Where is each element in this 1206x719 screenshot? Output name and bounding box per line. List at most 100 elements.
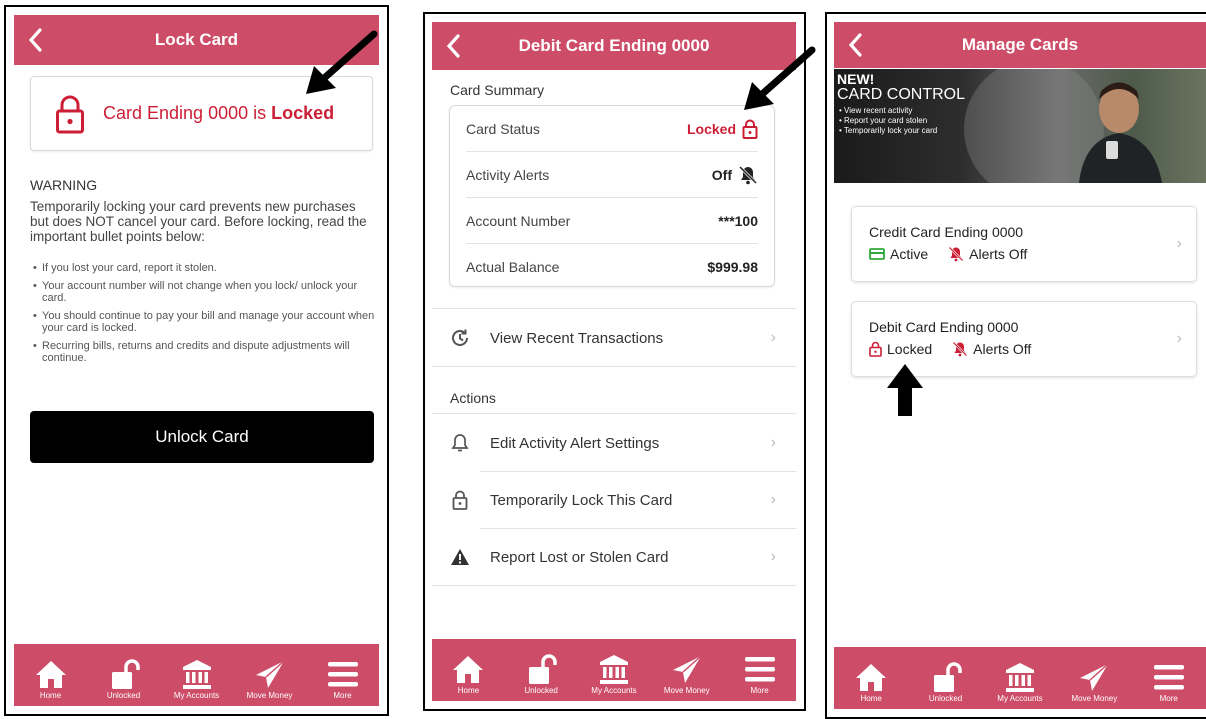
menu-label: Report Lost or Stolen Card bbox=[490, 548, 669, 566]
bell-icon bbox=[451, 434, 469, 452]
card-name: Credit Card Ending 0000 bbox=[869, 224, 1024, 240]
warning-body: Temporarily locking your card prevents n… bbox=[30, 199, 367, 244]
tab-more[interactable]: More bbox=[1134, 661, 1204, 703]
tab-move-money[interactable]: Move Money bbox=[652, 653, 722, 695]
padlock-icon bbox=[452, 490, 468, 510]
tab-label: Unlocked bbox=[524, 686, 558, 695]
bank-icon bbox=[182, 660, 211, 689]
promo-title: CARD CONTROL bbox=[837, 86, 966, 103]
tab-home[interactable]: Home bbox=[836, 661, 906, 703]
tab-unlocked[interactable]: Unlocked bbox=[506, 653, 576, 695]
tab-label: Home bbox=[457, 686, 480, 695]
annotation-arrow-icon bbox=[306, 30, 378, 94]
card-status-value: Locked bbox=[686, 120, 736, 137]
tab-label: Move Money bbox=[246, 691, 293, 700]
padlock-locked-icon bbox=[869, 341, 882, 357]
back-arrow-icon[interactable] bbox=[846, 32, 866, 58]
menu-icon bbox=[744, 657, 775, 682]
paper-plane-icon bbox=[1080, 663, 1109, 691]
tab-more[interactable]: More bbox=[725, 653, 795, 695]
bell-off-icon bbox=[952, 341, 968, 357]
chevron-right-icon: › bbox=[770, 434, 776, 451]
unlocked-padlock-icon bbox=[111, 659, 140, 689]
history-clock-icon bbox=[452, 329, 468, 346]
bell-off-icon bbox=[738, 165, 758, 184]
tab-home[interactable]: Home bbox=[433, 653, 503, 695]
page-title: Manage Cards bbox=[961, 35, 1079, 54]
card-alerts-status: Alerts Off bbox=[973, 341, 1032, 357]
tab-unlocked[interactable]: Unlocked bbox=[911, 661, 981, 703]
credit-card-icon bbox=[869, 248, 885, 260]
view-recent-transactions-row[interactable]: View Recent Transactions › bbox=[432, 310, 796, 366]
warning-bullet-list: If you lost your card, report it stolen.… bbox=[30, 262, 375, 370]
activity-alerts-row: Activity Alerts Off bbox=[466, 152, 758, 198]
status-prefix: Card Ending 0000 is bbox=[103, 103, 272, 123]
card-status-row: Card Status Locked bbox=[466, 106, 758, 152]
promo-bullet: • Temporarily lock your card bbox=[839, 126, 938, 135]
card-summary-panel: Card Status Locked Activity Alerts Off A… bbox=[449, 105, 775, 287]
temporarily-lock-card-row[interactable]: Temporarily Lock This Card › bbox=[432, 472, 796, 528]
tab-home[interactable]: Home bbox=[16, 658, 86, 700]
bullet-item: You should continue to pay your bill and… bbox=[30, 310, 375, 334]
row-label: Actual Balance bbox=[466, 259, 560, 275]
account-number-value: ***100 bbox=[718, 212, 758, 229]
back-arrow-icon[interactable] bbox=[444, 33, 464, 59]
tab-label: Unlocked bbox=[928, 694, 963, 703]
edit-activity-alert-settings-row[interactable]: Edit Activity Alert Settings › bbox=[432, 415, 796, 471]
chevron-right-icon: › bbox=[770, 491, 776, 508]
actions-heading: Actions bbox=[450, 390, 496, 406]
card-control-promo-banner[interactable]: NEW! CARD CONTROL • View recent activity… bbox=[834, 69, 1206, 183]
card-status-active: Active bbox=[890, 246, 929, 262]
tab-label: My Accounts bbox=[173, 691, 220, 700]
annotation-arrow-icon bbox=[744, 46, 816, 110]
tab-label: More bbox=[750, 686, 769, 695]
paper-plane-icon bbox=[255, 660, 284, 688]
row-label: Card Status bbox=[466, 120, 540, 137]
tab-label: My Accounts bbox=[591, 686, 637, 695]
row-label: Account Number bbox=[466, 212, 571, 229]
page-title: Debit Card Ending 0000 bbox=[518, 36, 710, 55]
card-meta: Locked Alerts Off bbox=[869, 341, 1051, 357]
status-locked-word: Locked bbox=[271, 103, 335, 123]
unlock-card-button[interactable]: Unlock Card bbox=[30, 411, 374, 463]
annotation-arrow-icon bbox=[887, 364, 923, 416]
lock-card-screen: Lock Card Card Ending 0000 is Locked WAR… bbox=[4, 5, 389, 716]
page-title: Lock Card bbox=[154, 30, 239, 49]
tab-label: My Accounts bbox=[997, 694, 1043, 703]
tab-label: Move Money bbox=[663, 686, 710, 695]
tab-my-accounts[interactable]: My Accounts bbox=[162, 658, 232, 700]
tab-move-money[interactable]: Move Money bbox=[1059, 661, 1129, 703]
tab-label: Unlocked bbox=[106, 691, 141, 700]
row-value: Off bbox=[712, 165, 758, 185]
home-icon bbox=[453, 656, 484, 683]
chevron-right-icon: › bbox=[1176, 235, 1182, 252]
tab-label: More bbox=[333, 691, 352, 700]
tab-my-accounts[interactable]: My Accounts bbox=[985, 661, 1055, 703]
divider bbox=[432, 308, 796, 309]
card-name: Debit Card Ending 0000 bbox=[869, 319, 1019, 335]
home-icon bbox=[35, 661, 66, 688]
row-value: Locked bbox=[687, 119, 758, 139]
tab-move-money[interactable]: Move Money bbox=[235, 658, 305, 700]
credit-card-item[interactable]: Credit Card Ending 0000 Active Alerts Of… bbox=[851, 206, 1197, 282]
menu-icon bbox=[1153, 665, 1184, 690]
row-label: Activity Alerts bbox=[466, 166, 550, 183]
tab-unlocked[interactable]: Unlocked bbox=[89, 658, 159, 700]
actual-balance-value: $999.98 bbox=[707, 259, 758, 275]
unlocked-padlock-icon bbox=[529, 654, 557, 684]
manage-cards-screen: Manage Cards NEW! CARD CONTROL • View re… bbox=[825, 12, 1206, 719]
back-arrow-icon[interactable] bbox=[26, 27, 46, 53]
actual-balance-row: Actual Balance $999.98 bbox=[466, 244, 758, 290]
card-meta: Active Alerts Off bbox=[869, 246, 1047, 262]
tab-label: More bbox=[1159, 694, 1178, 703]
bank-icon bbox=[599, 655, 628, 684]
warning-heading: WARNING bbox=[30, 177, 98, 193]
tab-more[interactable]: More bbox=[308, 658, 378, 700]
card-status-text: Card Ending 0000 is Locked bbox=[103, 103, 334, 124]
header-bar: Manage Cards bbox=[834, 22, 1206, 68]
promo-new-badge: NEW! bbox=[837, 71, 875, 87]
tab-my-accounts[interactable]: My Accounts bbox=[579, 653, 649, 695]
card-status-locked: Locked bbox=[887, 341, 933, 357]
divider bbox=[432, 413, 796, 414]
report-lost-stolen-card-row[interactable]: Report Lost or Stolen Card › bbox=[432, 529, 796, 585]
